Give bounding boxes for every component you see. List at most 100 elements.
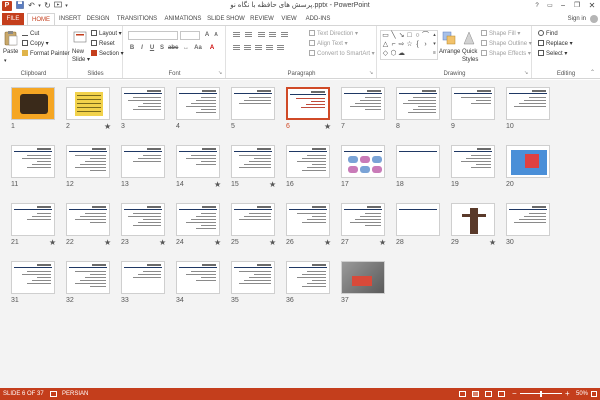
slide-transition-icon[interactable]: ★ <box>269 238 276 247</box>
curve-shape-icon[interactable]: ⌒ <box>422 32 429 39</box>
grow-font-icon[interactable]: A <box>203 31 211 39</box>
text-box-shape-icon[interactable]: ▭ <box>382 32 389 39</box>
slide-thumbnail[interactable] <box>286 145 330 178</box>
slide-thumbnail[interactable] <box>286 87 330 120</box>
slide-thumbnail[interactable] <box>121 203 165 236</box>
new-slide-icon[interactable] <box>73 30 87 46</box>
slide-transition-icon[interactable]: ★ <box>104 122 111 131</box>
hexagon-shape-icon[interactable]: ⬡ <box>390 50 397 57</box>
triangle-shape-icon[interactable]: △ <box>382 41 389 48</box>
numbering-icon[interactable] <box>244 31 253 39</box>
tab-view[interactable]: VIEW <box>279 13 299 25</box>
bracket-shape-icon[interactable]: ⌐ <box>390 41 397 48</box>
slide-thumbnail[interactable] <box>176 87 220 120</box>
help-button[interactable]: ? <box>530 0 544 12</box>
slide-transition-icon[interactable]: ★ <box>214 180 221 189</box>
slide-thumbnail[interactable] <box>231 145 275 178</box>
slide-thumbnail[interactable] <box>66 145 110 178</box>
slide-thumbnail[interactable] <box>396 87 440 120</box>
align-center-icon[interactable] <box>243 44 252 52</box>
tab-animations[interactable]: ANIMATIONS <box>163 13 203 25</box>
section-button[interactable]: Section ▾ <box>91 50 124 58</box>
slide-transition-icon[interactable]: ★ <box>379 238 386 247</box>
reading-view-icon[interactable] <box>485 391 492 397</box>
slide-sorter[interactable]: 1 2 ★ 3 4 5 6 ★ 7 8 9 10 11 12 13 14 ★ 15 ★ 16 17 18 19 20 21 ★ 22… <box>0 80 600 388</box>
account-avatar-icon[interactable] <box>590 15 598 23</box>
slide-thumbnail[interactable] <box>451 145 495 178</box>
gallery-more-icon[interactable]: ≡ <box>431 50 438 57</box>
bold-button[interactable]: B <box>128 44 136 52</box>
align-left-icon[interactable] <box>232 44 241 52</box>
close-button[interactable]: ✕ <box>585 0 599 12</box>
slide-thumbnail[interactable] <box>11 203 55 236</box>
spell-check-icon[interactable] <box>50 391 57 397</box>
slide-thumbnail[interactable] <box>11 87 55 120</box>
slide-transition-icon[interactable]: ★ <box>159 238 166 247</box>
italic-button[interactable]: I <box>138 44 146 52</box>
arrange-icon[interactable] <box>442 30 456 46</box>
replace-button[interactable]: Replace ▾ <box>538 40 573 48</box>
slide-show-view-icon[interactable] <box>498 391 505 397</box>
quick-styles-button[interactable]: Quick <box>462 48 477 56</box>
quick-styles-icon[interactable] <box>462 30 476 46</box>
quick-styles-button-line2[interactable]: Styles <box>462 56 478 64</box>
strikethrough-button[interactable]: abc <box>168 44 178 52</box>
slide-thumbnail[interactable] <box>341 145 385 178</box>
shapes-gallery[interactable]: ▭ ╲ ↘ □ ○ ⌒ △ ⌐ ⇨ ☆ { › ◇ ⬡ ☁ ▴ ▾ ≡ <box>380 30 438 60</box>
font-size-combo[interactable] <box>180 31 200 40</box>
slide-thumbnail[interactable] <box>66 203 110 236</box>
text-shadow-button[interactable]: S <box>158 44 166 52</box>
decrease-indent-icon[interactable] <box>257 31 266 39</box>
slide-thumbnail[interactable] <box>176 261 220 294</box>
convert-smartart-button[interactable]: Convert to SmartArt ▾ <box>309 50 375 58</box>
slide-thumbnail[interactable] <box>11 261 55 294</box>
brace-shape-icon[interactable]: { <box>414 41 421 48</box>
restore-button[interactable]: ❐ <box>570 0 584 12</box>
zoom-in-button[interactable]: + <box>565 388 570 400</box>
align-right-icon[interactable] <box>254 44 263 52</box>
columns-icon[interactable] <box>276 44 285 52</box>
select-button[interactable]: Select ▾ <box>538 50 567 58</box>
sign-in-link[interactable]: Sign in <box>568 13 586 25</box>
gallery-down-icon[interactable]: ▾ <box>431 41 438 48</box>
zoom-level[interactable]: 50% <box>576 388 588 400</box>
tab-file[interactable]: FILE <box>2 13 24 25</box>
cloud-shape-icon[interactable]: ☁ <box>398 50 405 57</box>
tab-transitions[interactable]: TRANSITIONS <box>115 13 159 25</box>
oval-shape-icon[interactable]: ○ <box>414 32 421 39</box>
slide-transition-icon[interactable]: ★ <box>324 238 331 247</box>
slide-transition-icon[interactable]: ★ <box>214 238 221 247</box>
copy-button[interactable]: Copy ▾ <box>22 40 49 48</box>
tab-insert[interactable]: INSERT <box>58 13 82 25</box>
tab-review[interactable]: REVIEW <box>249 13 275 25</box>
cut-button[interactable]: Cut <box>22 30 39 38</box>
line-spacing-icon[interactable] <box>280 31 289 39</box>
slide-thumbnail[interactable] <box>506 203 550 236</box>
shrink-font-icon[interactable]: A <box>212 31 220 39</box>
minimize-button[interactable]: − <box>556 0 570 12</box>
slide-thumbnail[interactable] <box>66 87 110 120</box>
slide-thumbnail[interactable] <box>231 203 275 236</box>
slide-thumbnail[interactable] <box>66 261 110 294</box>
slide-thumbnail[interactable] <box>286 203 330 236</box>
format-painter-button[interactable]: Format Painter <box>22 50 70 58</box>
slide-transition-icon[interactable]: ★ <box>104 238 111 247</box>
slide-thumbnail[interactable] <box>341 261 385 294</box>
increase-indent-icon[interactable] <box>268 31 277 39</box>
new-slide-button[interactable]: New <box>72 48 84 56</box>
layout-button[interactable]: Layout ▾ <box>91 30 122 38</box>
arrange-button[interactable]: Arrange <box>439 48 460 56</box>
paste-button[interactable]: Paste <box>3 48 18 56</box>
right-arrow-shape-icon[interactable]: ⇨ <box>398 41 405 48</box>
line-shape-icon[interactable]: ╲ <box>390 32 397 39</box>
slide-thumbnail[interactable] <box>506 87 550 120</box>
normal-view-icon[interactable] <box>459 391 466 397</box>
justify-icon[interactable] <box>265 44 274 52</box>
slide-thumbnail[interactable] <box>121 145 165 178</box>
tab-design[interactable]: DESIGN <box>85 13 111 25</box>
find-button[interactable]: Find <box>538 30 558 38</box>
new-slide-button-line2[interactable]: Slide ▾ <box>72 56 90 64</box>
reset-button[interactable]: Reset <box>91 40 115 48</box>
shape-fill-button[interactable]: Shape Fill ▾ <box>481 30 520 38</box>
slide-thumbnail[interactable] <box>451 203 495 236</box>
